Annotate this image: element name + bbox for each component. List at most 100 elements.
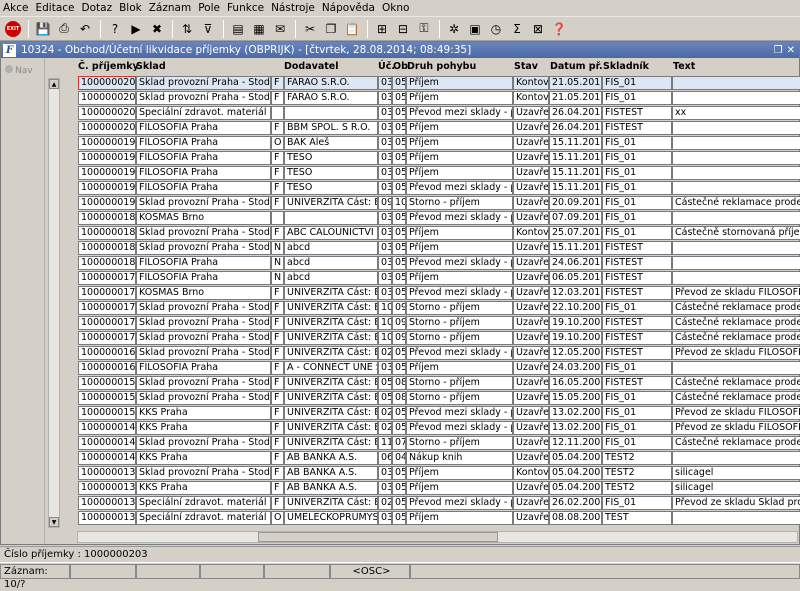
cell-datum[interactable]: 12.11.2007 [549, 436, 602, 450]
table-row[interactable]: 1000000203Sklad provozní Praha - Stodůlk… [62, 76, 800, 90]
cell-sklad[interactable]: KKS Praha [136, 451, 271, 465]
cell-ob[interactable]: 05 [392, 151, 406, 165]
cell-druh[interactable]: Převod mezi sklady - příjem [406, 496, 513, 510]
cell-skl[interactable]: FISTEST [602, 376, 672, 390]
cell-text[interactable] [672, 121, 800, 135]
cell-datum[interactable]: 15.11.2012 [549, 136, 602, 150]
cell-text[interactable]: Převod ze skladu FILOSOFIA Pra [672, 346, 800, 360]
cell-text[interactable]: Převod ze skladu Sklad provozní [672, 496, 800, 510]
menu-8[interactable]: Nápověda [322, 2, 375, 14]
cell-f[interactable]: F [271, 331, 284, 345]
cell-skl[interactable]: FISTEST [602, 256, 672, 270]
cell-datum[interactable]: 13.02.2008 [549, 406, 602, 420]
cell-uc[interactable]: 03 [378, 271, 392, 285]
cell-sklad[interactable]: FILOSOFIA Praha [136, 166, 271, 180]
cell-uc[interactable]: 03 [378, 136, 392, 150]
table-row[interactable]: 1000000134Speciální zdravot. materiál Kl… [62, 496, 800, 510]
cell-text[interactable] [672, 136, 800, 150]
cell-skl[interactable]: FISTEST [602, 331, 672, 345]
cell-druh[interactable]: Storno - příjem [406, 331, 513, 345]
nav-panel[interactable]: Nav [1, 59, 45, 544]
cell-ob[interactable]: 05 [392, 211, 406, 225]
row-marker[interactable] [64, 136, 76, 150]
cell-f[interactable]: F [271, 376, 284, 390]
cell-datum[interactable]: 26.04.2013 [549, 121, 602, 135]
cell-f[interactable]: F [271, 361, 284, 375]
cell-id[interactable]: 1000000149 [78, 421, 136, 435]
cell-druh[interactable]: Příjem [406, 166, 513, 180]
cell-text[interactable] [672, 511, 800, 525]
cell-dod[interactable]: BBM SPOL. S R.O. [284, 121, 378, 135]
table-row[interactable]: 1000000180 FILOSOFIA Praha Nabcd 03 05 Převod… [62, 256, 800, 270]
cell-text[interactable]: Převod ze skladu FILOSOFIA Pra [672, 286, 800, 300]
help-button[interactable]: ❓ [549, 19, 569, 39]
row-marker[interactable] [64, 106, 76, 120]
cell-ob[interactable]: 09 [392, 316, 406, 330]
cell-ob[interactable]: 05 [392, 76, 406, 90]
cell-datum[interactable]: 15.11.2012 [549, 181, 602, 195]
table-row[interactable]: 1000000185 KOSMAS Brno 03 05 Převod mezi skl… [62, 211, 800, 225]
cell-dod[interactable]: UNIVERZITA Část: EkF [284, 496, 378, 510]
table-row[interactable]: 1000000199 FILOSOFIA Praha O BAK Aleš 03 05 Př… [62, 136, 800, 150]
horizontal-scrollbar[interactable] [77, 531, 798, 543]
cell-datum[interactable]: 06.05.2014 [549, 271, 602, 285]
cell-f[interactable]: F [271, 181, 284, 195]
cell-dod[interactable]: FARAO S.R.O. [284, 91, 378, 105]
cell-stav[interactable]: Uzavřen [513, 481, 549, 495]
execute-query-button[interactable]: ▶ [126, 19, 146, 39]
cell-druh[interactable]: Převod mezi sklady - příjem [406, 181, 513, 195]
cell-ob[interactable]: 07 [392, 436, 406, 450]
cell-datum[interactable]: 26.02.2007 [549, 496, 602, 510]
cell-druh[interactable]: Příjem [406, 241, 513, 255]
cell-stav[interactable]: Kontová [513, 226, 549, 240]
cell-dod[interactable]: abcd [284, 271, 378, 285]
cell-dod[interactable]: UNIVERZITA Část: EkF [284, 406, 378, 420]
cell-f[interactable]: F [271, 76, 284, 90]
cell-uc[interactable]: 03 [378, 151, 392, 165]
cell-skl[interactable]: FIS_01 [602, 496, 672, 510]
row-marker[interactable] [64, 451, 76, 465]
query-button[interactable]: ? [105, 19, 125, 39]
cell-sklad[interactable]: FILOSOFIA Praha [136, 136, 271, 150]
cell-sklad[interactable]: FILOSOFIA Praha [136, 361, 271, 375]
cell-datum[interactable]: 21.05.2013 [549, 91, 602, 105]
cell-stav[interactable]: Uzavřen [513, 151, 549, 165]
cell-uc[interactable]: 03 [378, 481, 392, 495]
cell-stav[interactable]: Uzavřen [513, 406, 549, 420]
cell-ob[interactable]: 08 [392, 391, 406, 405]
cell-sklad[interactable]: KOSMAS Brno [136, 286, 271, 300]
cell-sklad[interactable]: FILOSOFIA Praha [136, 271, 271, 285]
cell-skl[interactable]: FISTEST [602, 271, 672, 285]
column-header-text[interactable]: Text [673, 61, 695, 72]
cell-druh[interactable]: Příjem [406, 226, 513, 240]
cell-uc[interactable]: 10 [378, 301, 392, 315]
cell-uc[interactable]: 02 [378, 346, 392, 360]
cell-ob[interactable]: 05 [392, 91, 406, 105]
cell-druh[interactable]: Převod mezi sklady - příjem [406, 346, 513, 360]
cell-sklad[interactable]: KKS Praha [136, 421, 271, 435]
cell-dod[interactable]: UNIVERZITA Část: EkF [284, 376, 378, 390]
cell-id[interactable]: 1000000199 [78, 136, 136, 150]
cell-text[interactable]: Částečné reklamace prodejky č.: [672, 436, 800, 450]
cell-id[interactable]: 1000000165 [78, 361, 136, 375]
cell-skl[interactable]: FIS_01 [602, 391, 672, 405]
close-icon[interactable]: ✕ [787, 45, 795, 56]
cell-druh[interactable]: Příjem [406, 121, 513, 135]
cell-druh[interactable]: Převod mezi sklady - příjem [406, 256, 513, 270]
calculator-button[interactable]: ▣ [465, 19, 485, 39]
cell-dod[interactable]: UMELECKOPRUMYSLO [284, 511, 378, 525]
cell-ob[interactable]: 10 [392, 196, 406, 210]
table-row[interactable]: 1000000177KOSMAS BrnoFUNIVERZITA Část: E… [62, 286, 800, 300]
cell-skl[interactable]: TEST [602, 511, 672, 525]
cell-text[interactable]: xx [672, 106, 800, 120]
cell-stav[interactable]: Uzavřen [513, 241, 549, 255]
cell-id[interactable]: 1000000196 [78, 181, 136, 195]
cell-skl[interactable]: FIS_01 [602, 436, 672, 450]
cut-button[interactable]: ✂ [300, 19, 320, 39]
cell-f[interactable] [271, 211, 284, 225]
cell-id[interactable]: 1000000138 [78, 481, 136, 495]
scroll-thumb[interactable] [49, 269, 59, 299]
cell-datum[interactable]: 05.04.2007 [549, 466, 602, 480]
row-marker[interactable] [64, 211, 76, 225]
cell-f[interactable]: O [271, 136, 284, 150]
